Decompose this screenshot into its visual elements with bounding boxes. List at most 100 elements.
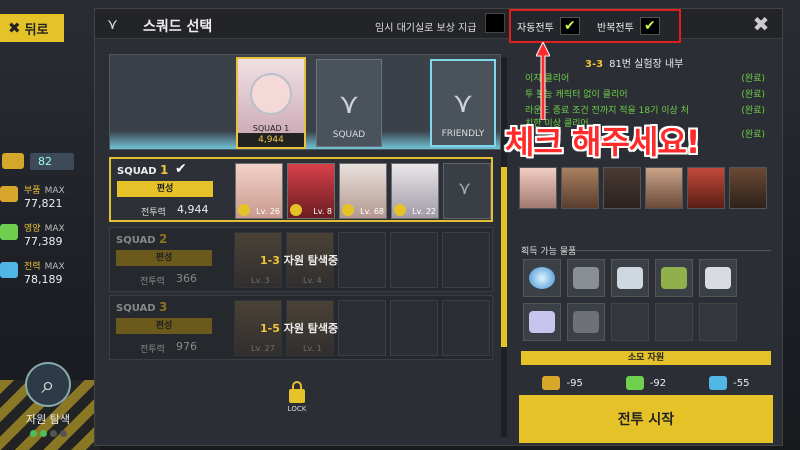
squad-info: SQUAD 2 편성 전투력 366 [110, 228, 230, 291]
squad-info: SQUAD 3 편성 전투력 976 [110, 296, 230, 359]
obtainable-items-label: 획득 가능 물품 [521, 247, 577, 257]
back-button[interactable]: ✖ 뒤로 [0, 14, 64, 42]
item-slot[interactable] [655, 259, 693, 297]
empty-member-slot [442, 300, 490, 356]
item-slot[interactable] [567, 259, 605, 297]
back-label: 뒤로 [24, 22, 49, 38]
chip-icon [661, 267, 687, 289]
stage-info-panel: 3-3 81번 실험장 내부 이지 클리어 (완료) 투 불능 캐릭터 없이 클리어… [515, 45, 775, 443]
squad-row-3[interactable]: SQUAD 3 편성 전투력 976 Lv. 27 Lv. 1 1-5 자원 탐… [109, 295, 493, 360]
squad-member[interactable]: Lv. 22 [391, 163, 439, 219]
character-portrait [645, 167, 683, 209]
close-button[interactable]: ✖ [744, 9, 778, 39]
close-x-icon: ✖ [8, 19, 21, 37]
character-portrait [603, 167, 641, 209]
item-slot[interactable] [699, 259, 737, 297]
resource-value: 77,389 [24, 235, 63, 248]
heart-icon [0, 224, 18, 240]
resource-parts: 부품 MAX 77,821 [0, 178, 95, 210]
resource-max: MAX [44, 186, 65, 196]
resource-search-label: 자원 탐색 [26, 413, 70, 426]
lead-power: 4,944 [238, 133, 304, 147]
squad-slot[interactable]: ⋎ SQUAD [316, 59, 382, 147]
item-slot[interactable] [611, 259, 649, 297]
reward-checkbox[interactable] [485, 13, 505, 33]
cost-value: -92 [649, 377, 667, 389]
resource-label: 부품 [24, 186, 41, 196]
squad-text: SQUAD [116, 303, 156, 314]
squad-member[interactable]: Lv. 8 [287, 163, 335, 219]
member-level: Lv. 27 [251, 344, 275, 353]
lead-squad-card[interactable]: SQUAD 1 4,944 [236, 57, 306, 149]
dialog-title: 스쿼드 선택 [143, 19, 213, 35]
mission-item: 이지 클리어 (완료) [525, 71, 765, 85]
friendly-slot-label: FRIENDLY [441, 129, 485, 139]
item-slot[interactable] [523, 303, 561, 341]
member-level: Lv. 68 [360, 207, 384, 216]
enemy-preview-row [515, 167, 773, 211]
power-label: 전투력 [140, 277, 165, 287]
member-level: Lv. 4 [303, 276, 322, 285]
resource-search-button[interactable]: ⌕ 자원 탐색 [8, 362, 88, 437]
plate-icon [617, 267, 643, 289]
resource-power: 전력 MAX 78,189 [0, 254, 95, 286]
resource-panel: 82 부품 MAX 77,821 영양 MAX 77,389 전력 MAX 78,18… [0, 150, 95, 286]
empty-member-slot [442, 232, 490, 288]
squad-row-1[interactable]: SQUAD 1 ✔ 편성 전투력 4,944 Lv. 26 Lv. 8 Lv. … [109, 157, 493, 222]
capsule-icon [705, 267, 731, 289]
power-value: 4,944 [177, 203, 209, 216]
empty-member-slot [338, 232, 386, 288]
auto-battle-checkbox[interactable]: ✔ [559, 17, 580, 35]
deploy-slots: SQUAD 1 4,944 ⋎ SQUAD ⋎ FRIENDLY [109, 54, 501, 150]
squad-row-2[interactable]: SQUAD 2 편성 전투력 366 Lv. 3 Lv. 4 1-3 자원 탐색… [109, 227, 493, 292]
empty-item-slot [655, 303, 693, 341]
mission-status: (완료) [741, 106, 765, 116]
power-value: 976 [176, 340, 197, 353]
character-portrait [519, 167, 557, 209]
squad-member[interactable]: Lv. 68 [339, 163, 387, 219]
empty-member-slot [338, 300, 386, 356]
character-portrait [561, 167, 599, 209]
squad-list-scrollbar[interactable] [501, 57, 507, 437]
empty-member-slot[interactable]: ⋎ [443, 163, 491, 219]
resource-value: 77,821 [24, 197, 63, 210]
status-stage: 1-3 [260, 254, 280, 267]
item-slot[interactable] [523, 259, 561, 297]
edit-button[interactable]: 편성 [116, 250, 212, 266]
exploring-status: 1-5 자원 탐색중 [260, 320, 338, 336]
item-slot[interactable] [567, 303, 605, 341]
squad-number: 1 [160, 163, 169, 177]
scrollbar-thumb[interactable] [501, 167, 507, 347]
squad-text: SQUAD [252, 124, 282, 133]
edit-button[interactable]: 편성 [116, 318, 212, 334]
squad-text: SQUAD [117, 166, 157, 177]
squad-member[interactable]: Lv. 26 [235, 163, 283, 219]
edit-button[interactable]: 편성 [117, 181, 213, 197]
heart-icon [625, 376, 644, 390]
search-progress-dots [29, 430, 67, 437]
mission-status: (완료) [741, 130, 765, 140]
friendly-slot[interactable]: ⋎ FRIENDLY [430, 59, 496, 147]
resource-label: 영양 [24, 224, 41, 234]
member-level: Lv. 22 [412, 207, 436, 216]
resource-label: 전력 [24, 262, 41, 272]
battery-icon [0, 262, 18, 278]
battle-options-highlight: 자동전투 ✔ 반복전투 ✔ [509, 9, 681, 43]
start-battle-button[interactable]: 전투 시작 [519, 395, 773, 443]
mission-item: 투 불능 캐릭터 없이 클리어 (완료) [525, 87, 765, 101]
empty-member-slot [390, 300, 438, 356]
gear-icon [542, 376, 561, 390]
progress-dot [29, 430, 37, 437]
arrow-up-icon [536, 42, 550, 120]
member-level: Lv. 3 [251, 276, 270, 285]
class-icon [238, 204, 250, 216]
cost-parts: -95 [542, 376, 583, 390]
squad-name: SQUAD 3 [116, 300, 167, 314]
resource-max: MAX [44, 262, 65, 272]
currency-count: 82 [30, 152, 74, 170]
lock-icon [289, 381, 305, 403]
obtainable-items [523, 259, 773, 341]
squad-number: 2 [159, 232, 168, 246]
repeat-battle-checkbox[interactable]: ✔ [639, 17, 660, 35]
squad-emblem-icon: ⋎ [458, 178, 472, 199]
